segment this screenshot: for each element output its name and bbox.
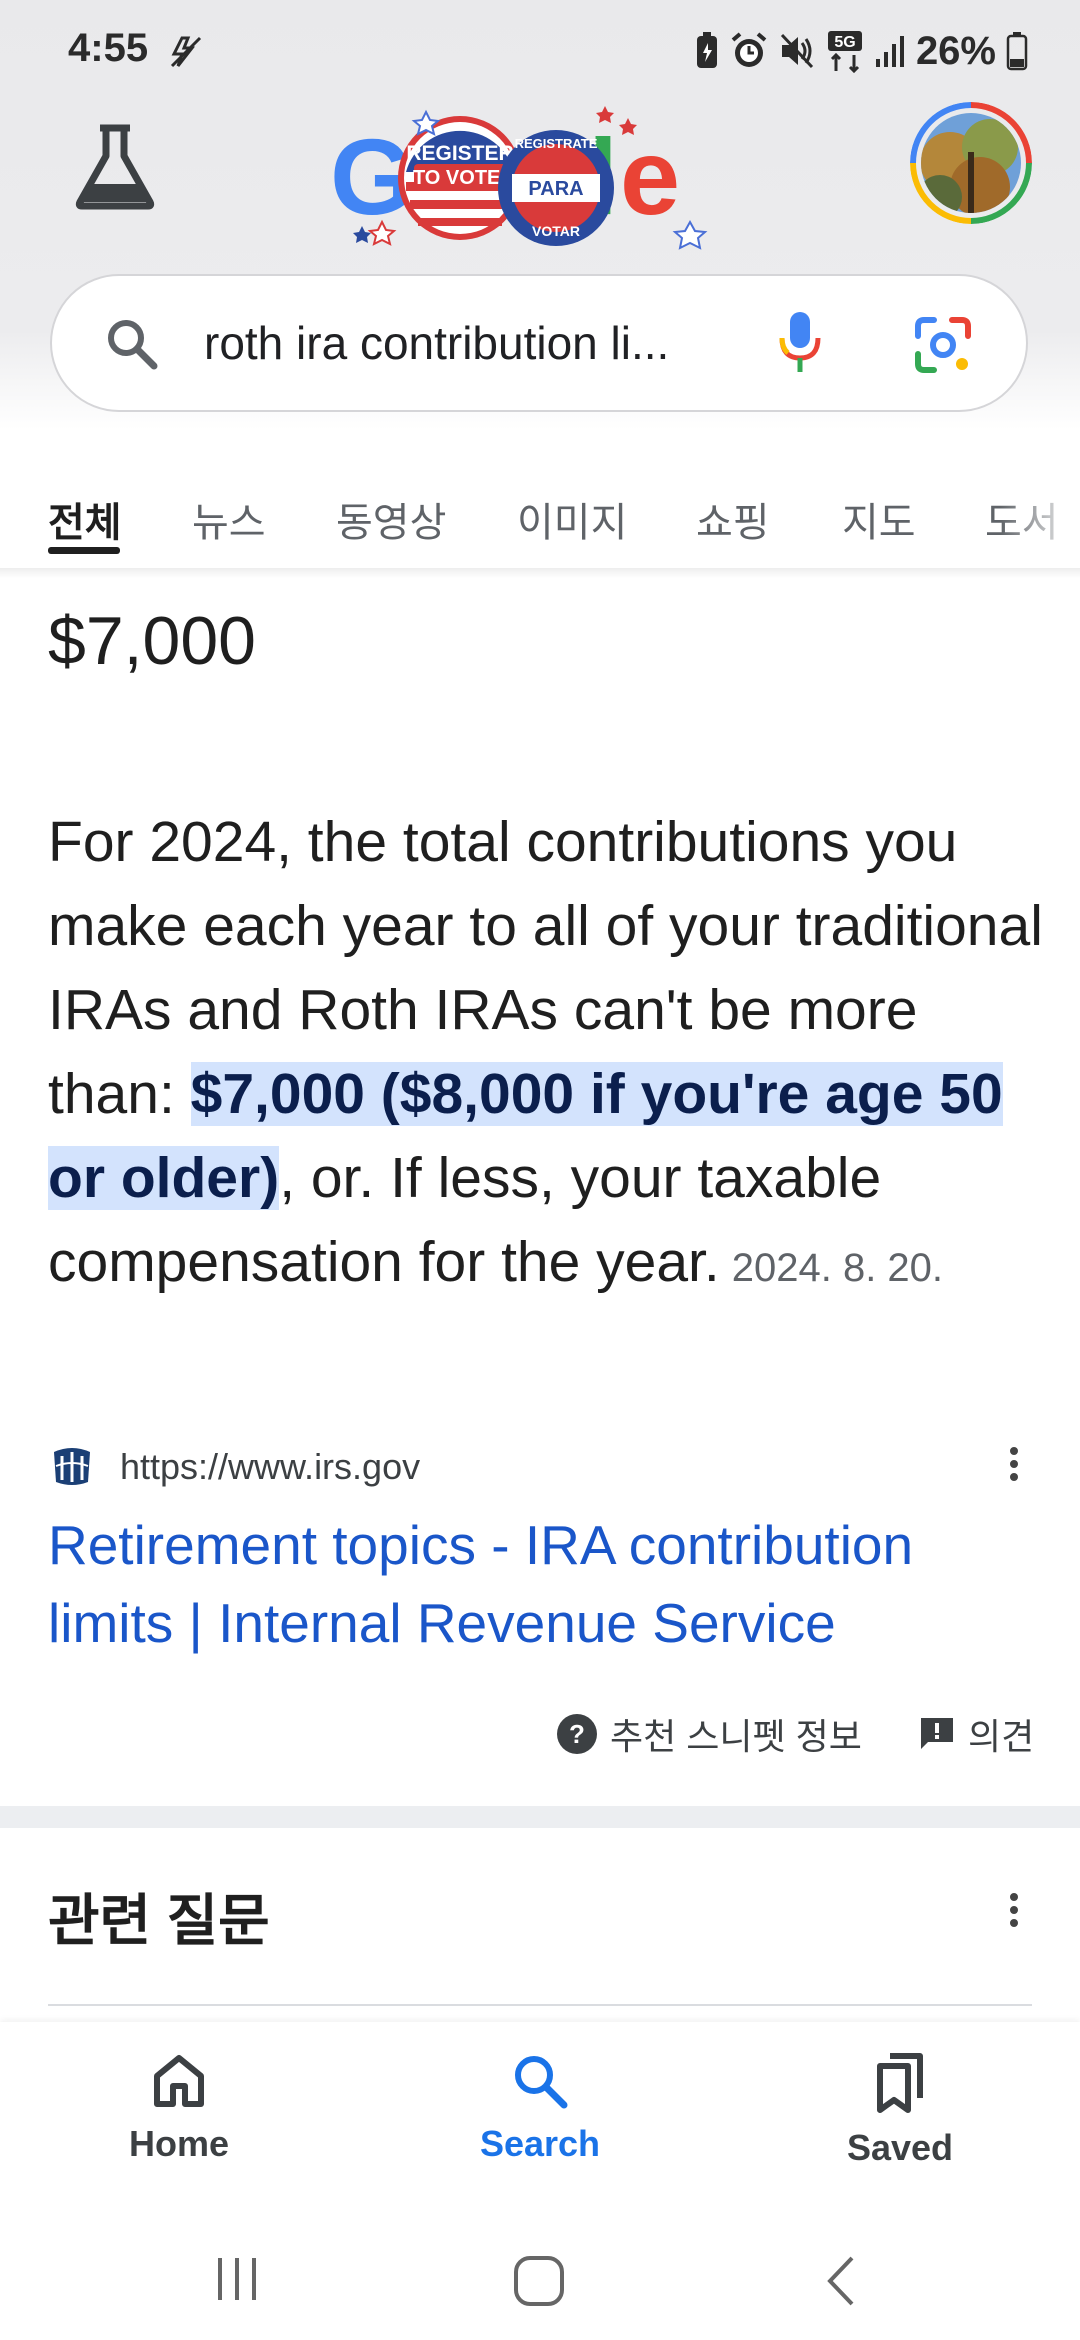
- battery-saver-icon: [696, 32, 717, 68]
- back-icon[interactable]: [822, 2254, 862, 2308]
- tab-images[interactable]: 이미지: [517, 490, 627, 548]
- nav-saved[interactable]: Saved: [800, 2052, 1000, 2169]
- tab-shopping[interactable]: 쇼핑: [696, 490, 770, 548]
- svg-text:5G: 5G: [834, 34, 855, 51]
- labs-flask-icon[interactable]: [70, 122, 160, 212]
- section-divider: [0, 1806, 1080, 1828]
- registrate-badge-line3: VOTAR: [532, 223, 580, 239]
- tab-all[interactable]: 전체: [48, 490, 122, 548]
- home-system-icon[interactable]: [512, 2254, 566, 2308]
- status-time: 4:55: [68, 26, 149, 70]
- source-url: https://www.irs.gov: [120, 1446, 421, 1487]
- search-nav-icon: [515, 2056, 568, 2109]
- featured-answer: $7,000: [48, 603, 256, 679]
- saved-collections-icon: [877, 2053, 923, 2113]
- voice-search-mic-icon[interactable]: [776, 308, 824, 378]
- bottom-navigation: Home Search Saved: [0, 2022, 1080, 2222]
- account-avatar[interactable]: [910, 102, 1032, 224]
- tab-news[interactable]: 뉴스: [192, 490, 266, 548]
- tabs-fade: [1000, 470, 1080, 550]
- snippet-date: 2024. 8. 20.: [731, 1246, 944, 1290]
- no-charge-icon: [170, 36, 202, 68]
- snippet-footer: ? 추천 스니펫 정보 의견: [0, 1708, 1080, 1758]
- mute-icon: [780, 33, 814, 69]
- google-lens-icon[interactable]: [912, 314, 974, 376]
- search-icon: [108, 320, 158, 370]
- featured-snippet-text: For 2024, the total contributions you ma…: [48, 800, 1048, 1310]
- recent-apps-icon[interactable]: [212, 2254, 262, 2304]
- registrate-badge-line1: REGISTRATE: [515, 136, 598, 151]
- about-snippet-label: 추천 스니펫 정보: [610, 1716, 862, 1757]
- 5g-icon: 5G: [827, 31, 862, 73]
- related-questions-title: 관련 질문: [48, 1889, 270, 1952]
- result-more-options-icon[interactable]: [994, 1442, 1034, 1492]
- status-icons: 5G 26%: [694, 26, 1028, 76]
- home-icon: [154, 2055, 204, 2107]
- svg-text:e: e: [620, 116, 680, 237]
- battery-percent: 26%: [915, 28, 996, 73]
- related-divider: [48, 2004, 1032, 2006]
- google-doodle-logo[interactable]: G l e REGISTER TO VOTE! REGISTRATE PARA …: [330, 104, 750, 254]
- result-title-link[interactable]: Retirement topics - IRA contribution lim…: [48, 1506, 1048, 1662]
- about-featured-snippets-button[interactable]: ? 추천 스니펫 정보: [556, 1708, 862, 1760]
- alarm-icon: [731, 32, 767, 67]
- register-badge-line1: REGISTER: [406, 142, 513, 165]
- register-badge-line2: TO VOTE!: [413, 167, 507, 189]
- tab-videos[interactable]: 동영상: [336, 490, 446, 548]
- nav-search-label: Search: [479, 2123, 601, 2164]
- svg-text:?: ?: [569, 1719, 585, 1749]
- tab-maps[interactable]: 지도: [842, 490, 916, 548]
- search-box[interactable]: roth ira contribution li...: [50, 274, 1028, 412]
- feedback-button[interactable]: 의견: [918, 1708, 1034, 1760]
- feedback-label: 의견: [968, 1716, 1035, 1757]
- active-tab-indicator: [48, 547, 120, 554]
- help-icon: ?: [557, 1714, 597, 1754]
- battery-icon: [1006, 32, 1028, 71]
- nav-saved-label: Saved: [846, 2127, 954, 2168]
- result-source[interactable]: https://www.irs.gov: [48, 1442, 1038, 1490]
- status-bar: 4:55 5G 26%: [0, 0, 1080, 100]
- registrate-badge-line2: PARA: [528, 178, 583, 200]
- irs-favicon: [48, 1442, 96, 1490]
- tabs-divider: [0, 568, 1080, 578]
- nav-home-label: Home: [128, 2123, 230, 2164]
- search-query-text[interactable]: roth ira contribution li...: [204, 316, 669, 370]
- search-tabs: 전체 뉴스 동영상 이미지 쇼핑 지도 도서: [0, 430, 1080, 570]
- system-navigation-bar: [0, 2222, 1080, 2340]
- nav-search[interactable]: Search: [440, 2052, 640, 2165]
- signal-icon: [875, 36, 904, 67]
- feedback-icon: [921, 1718, 953, 1749]
- nav-home[interactable]: Home: [79, 2052, 279, 2165]
- related-more-options-icon[interactable]: [994, 1888, 1034, 1938]
